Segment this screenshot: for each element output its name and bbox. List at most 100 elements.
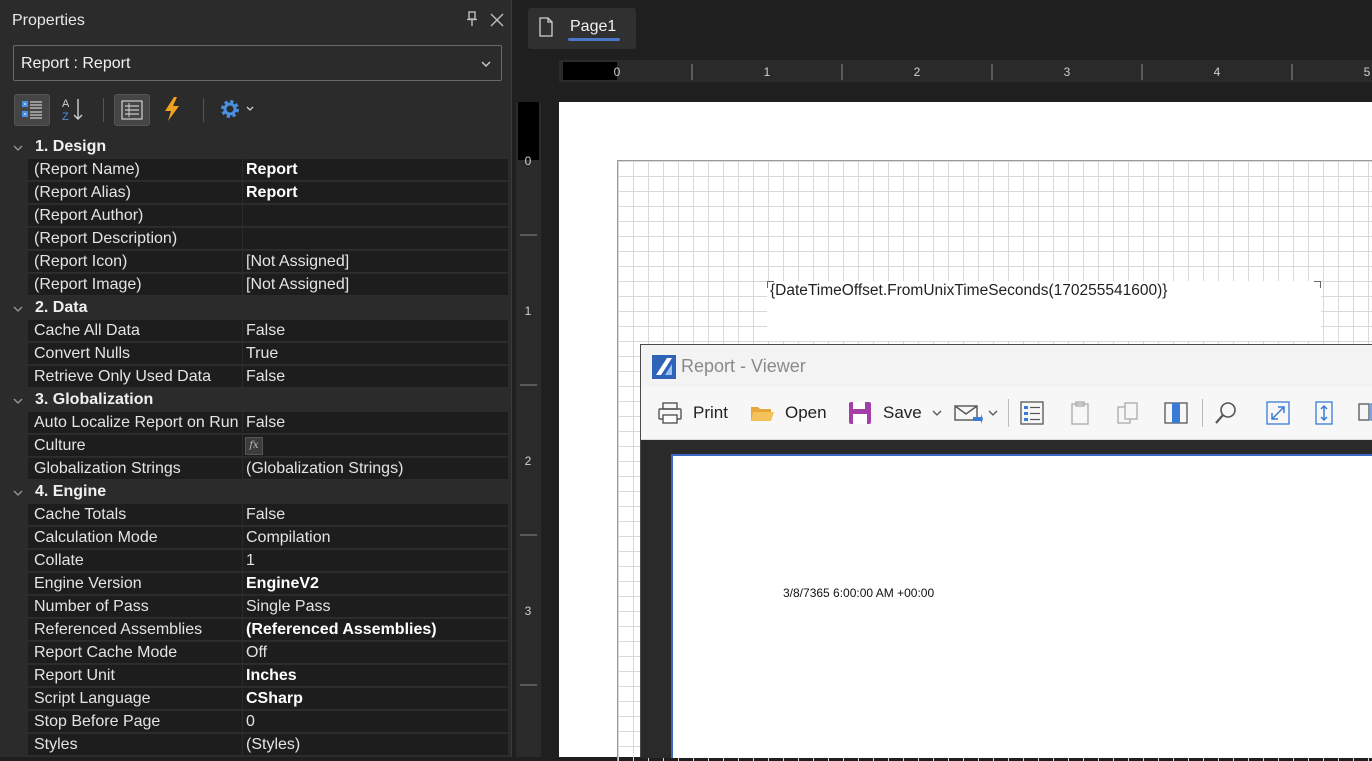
property-value-cell[interactable]: CSharp [243,688,508,710]
property-name-cell[interactable]: Collate [28,550,242,572]
property-name-cell[interactable]: Engine Version [28,573,242,595]
property-name-cell[interactable]: Cache All Data [28,320,242,342]
property-category[interactable]: 4. Engine [8,481,508,504]
expression-fx-icon[interactable]: fx [245,437,263,455]
close-icon[interactable] [489,12,505,28]
property-row[interactable]: (Report Author) [8,205,508,228]
property-name-cell[interactable]: Cache Totals [28,504,242,526]
property-row[interactable]: Globalization Strings (Globalization Stri… [8,458,508,481]
property-value-cell[interactable]: False [243,412,508,434]
property-name-cell[interactable]: Styles [28,734,242,756]
property-value-cell[interactable]: False [243,504,508,526]
property-name-cell[interactable]: Retrieve Only Used Data [28,366,242,388]
property-value-cell[interactable]: [Not Assigned] [243,251,508,273]
property-name-cell[interactable]: Stop Before Page [28,711,242,733]
property-row[interactable]: (Report Alias) Report [8,182,508,205]
chevron-down-icon[interactable] [12,487,24,499]
property-value-cell[interactable]: (Referenced Assemblies) [243,619,508,641]
pin-icon[interactable] [466,11,478,27]
tab-page1[interactable]: Page1 [528,8,636,49]
full-screen-button[interactable] [1265,400,1291,426]
property-value-cell[interactable]: fx [243,435,508,457]
property-name-cell[interactable]: Report Unit [28,665,242,687]
property-name-cell[interactable]: (Report Name) [28,159,242,181]
property-value-cell[interactable]: (Styles) [243,734,508,756]
parameters-button[interactable] [1067,400,1093,426]
property-row[interactable]: (Report Name) Report [8,159,508,182]
settings-button[interactable] [214,94,260,126]
viewer-titlebar[interactable]: Report - Viewer [641,345,1372,387]
property-value-cell[interactable]: 1 [243,550,508,572]
thumbnails-button[interactable] [1115,400,1141,426]
property-row[interactable]: Auto Localize Report on Run False [8,412,508,435]
property-row[interactable]: Number of Pass Single Pass [8,596,508,619]
property-name-cell[interactable]: (Report Author) [28,205,242,227]
multi-page-button[interactable] [1357,400,1372,426]
property-name-cell[interactable]: Globalization Strings [28,458,242,480]
property-name-cell[interactable]: (Report Alias) [28,182,242,204]
property-value-cell[interactable]: Inches [243,665,508,687]
property-name-cell[interactable]: Report Cache Mode [28,642,242,664]
property-name-cell[interactable]: (Report Description) [28,228,242,250]
property-row[interactable]: Calculation Mode Compilation [8,527,508,550]
open-button[interactable]: Open [749,400,833,426]
property-value-cell[interactable]: Report [243,182,508,204]
property-name-cell[interactable]: Script Language [28,688,242,710]
save-button[interactable]: Save [847,400,943,426]
property-row[interactable]: (Report Description) [8,228,508,251]
property-row[interactable]: Collate 1 [8,550,508,573]
find-button[interactable] [1213,400,1239,426]
property-name-cell[interactable]: (Report Image) [28,274,242,296]
property-row[interactable]: Report Cache Mode Off [8,642,508,665]
property-name-cell[interactable]: Calculation Mode [28,527,242,549]
property-value-cell[interactable]: True [243,343,508,365]
property-row[interactable]: Convert Nulls True [8,343,508,366]
property-row[interactable]: Engine Version EngineV2 [8,573,508,596]
property-category[interactable]: 3. Globalization [8,389,508,412]
property-row[interactable]: Stop Before Page 0 [8,711,508,734]
property-row[interactable]: (Report Image) [Not Assigned] [8,274,508,297]
categorized-button[interactable] [14,94,50,126]
property-value-cell[interactable]: False [243,320,508,342]
property-value-cell[interactable]: 0 [243,711,508,733]
property-row[interactable]: Styles (Styles) [8,734,508,757]
page-height-button[interactable] [1311,400,1337,426]
property-row[interactable]: Referenced Assemblies (Referenced Assembl… [8,619,508,642]
property-value-cell[interactable]: Single Pass [243,596,508,618]
property-value-cell[interactable]: (Globalization Strings) [243,458,508,480]
property-row[interactable]: Report Unit Inches [8,665,508,688]
property-value-cell[interactable]: False [243,366,508,388]
bookmarks-button[interactable] [1019,400,1045,426]
property-category[interactable]: 2. Data [8,297,508,320]
properties-button[interactable] [114,94,150,126]
viewer-preview-area[interactable]: 3/8/7365 6:00:00 AM +00:00 [641,440,1372,758]
property-category[interactable]: 1. Design [8,136,508,159]
property-name-cell[interactable]: (Report Icon) [28,251,242,273]
alphabetical-button[interactable]: A Z [54,94,90,126]
text-component[interactable]: {DateTimeOffset.FromUnixTimeSeconds(1702… [767,281,1321,341]
property-value-cell[interactable]: [Not Assigned] [243,274,508,296]
property-value-cell[interactable]: Compilation [243,527,508,549]
property-name-cell[interactable]: Convert Nulls [28,343,242,365]
property-name-cell[interactable]: Culture [28,435,242,457]
property-row[interactable]: Retrieve Only Used Data False [8,366,508,389]
property-value-cell[interactable] [243,228,508,250]
property-value-cell[interactable]: EngineV2 [243,573,508,595]
property-name-cell[interactable]: Auto Localize Report on Run [28,412,242,434]
property-value-cell[interactable]: Off [243,642,508,664]
property-row[interactable]: Cache All Data False [8,320,508,343]
print-button[interactable]: Print [657,400,741,426]
property-name-cell[interactable]: Referenced Assemblies [28,619,242,641]
property-value-cell[interactable] [243,205,508,227]
events-button[interactable] [156,94,192,126]
chevron-down-icon[interactable] [12,142,24,154]
chevron-down-icon[interactable] [12,303,24,315]
object-selector-dropdown[interactable]: Report : Report [13,45,502,81]
chevron-down-icon[interactable] [12,395,24,407]
property-row[interactable]: Script Language CSharp [8,688,508,711]
property-row[interactable]: Culture fx [8,435,508,458]
property-row[interactable]: Cache Totals False [8,504,508,527]
send-email-button[interactable] [953,400,1001,426]
property-row[interactable]: (Report Icon) [Not Assigned] [8,251,508,274]
property-value-cell[interactable]: Report [243,159,508,181]
